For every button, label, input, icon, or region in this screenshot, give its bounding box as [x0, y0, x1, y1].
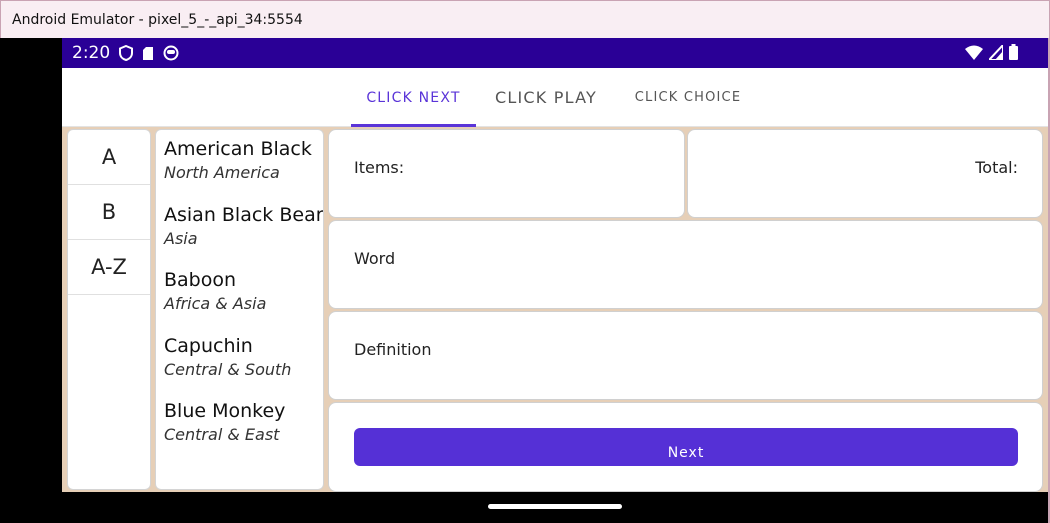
letter-item-a-z[interactable]: A-Z — [68, 240, 150, 295]
definition-panel: Definition — [328, 311, 1043, 400]
window-title-bar[interactable]: Android Emulator - pixel_5_-_api_34:5554 — [0, 0, 1050, 38]
animal-region: North America — [164, 163, 280, 182]
animal-name: Capuchin — [164, 334, 253, 357]
app-notification-icon — [163, 45, 179, 61]
animal-name: Baboon — [164, 269, 237, 291]
definition-label: Definition — [354, 340, 432, 359]
word-panel: Word — [328, 220, 1043, 309]
word-label: Word — [354, 249, 396, 268]
next-button-label: Next — [667, 445, 705, 461]
next-button[interactable]: Next — [354, 428, 1018, 466]
list-item[interactable]: Blue Monkey Central & East — [156, 400, 323, 466]
animal-name: Asian Black Bear — [164, 203, 324, 226]
list-item[interactable]: Baboon Africa & Asia — [156, 269, 323, 335]
navigation-bar — [62, 492, 1048, 523]
battery-icon — [1009, 44, 1018, 65]
tab-click-choice[interactable]: CLICK CHOICE — [622, 68, 754, 127]
tab-bar: CLICK NEXT CLICK PLAY CLICK CHOICE — [62, 68, 1048, 127]
window-title: Android Emulator - pixel_5_-_api_34:5554 — [12, 11, 303, 28]
action-panel: Next — [328, 402, 1043, 492]
gesture-handle[interactable] — [488, 504, 622, 509]
animal-list: American Black North America Asian Black… — [155, 129, 324, 490]
list-item[interactable]: American Black North America — [156, 138, 323, 204]
items-label: Items: — [354, 158, 405, 177]
items-panel: Items: — [328, 129, 685, 218]
animal-region: Asia — [164, 228, 198, 248]
shield-icon — [119, 45, 134, 61]
status-bar: 2:20 — [62, 38, 1048, 68]
animal-region: Africa & Asia — [164, 294, 267, 313]
total-label: Total: — [975, 158, 1018, 177]
animal-name: Blue Monkey — [164, 400, 286, 422]
wifi-icon — [965, 45, 983, 65]
tab-click-play[interactable]: CLICK PLAY — [482, 68, 610, 127]
content-area: A B A-Z American Black North America Asi… — [62, 127, 1048, 492]
letter-item-b[interactable]: B — [68, 185, 150, 240]
app-screen: CLICK NEXT CLICK PLAY CLICK CHOICE A B A… — [62, 68, 1048, 492]
list-item[interactable]: Capuchin Central & South — [156, 335, 323, 401]
letter-item-a[interactable]: A — [68, 130, 150, 185]
animal-region: Central & East — [164, 425, 280, 444]
letter-filter-list: A B A-Z — [67, 129, 151, 490]
list-item[interactable]: Asian Black Bear Asia — [156, 204, 323, 270]
sd-card-icon — [142, 46, 154, 61]
status-time: 2:20 — [72, 43, 111, 63]
total-panel: Total: — [687, 129, 1043, 218]
cell-signal-icon — [986, 41, 1004, 65]
animal-name: American Black — [164, 138, 312, 160]
animal-region: Central & South — [164, 359, 292, 379]
tab-click-next[interactable]: CLICK NEXT — [351, 68, 476, 127]
